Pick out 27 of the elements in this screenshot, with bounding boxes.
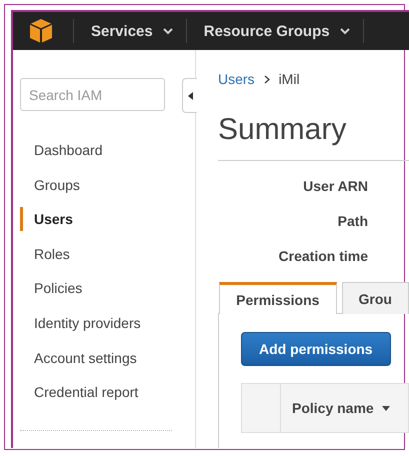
caret-icon bbox=[340, 28, 350, 34]
chevron-icon bbox=[264, 74, 270, 84]
tab[interactable]: Permissions bbox=[219, 282, 337, 314]
page-title: Summary bbox=[218, 112, 348, 148]
caret-icon bbox=[188, 92, 192, 100]
sidebar-item[interactable]: Credential report bbox=[20, 375, 138, 410]
tab[interactable]: Grou bbox=[342, 282, 409, 314]
cube-logo-icon[interactable] bbox=[29, 18, 53, 44]
sidebar-item[interactable]: Identity providers bbox=[20, 306, 141, 341]
sidebar-item[interactable]: Policies bbox=[20, 271, 82, 306]
caret-icon bbox=[162, 28, 173, 34]
sort-caret-icon[interactable] bbox=[382, 406, 390, 410]
navbar-menu-button[interactable]: Resource Groups bbox=[186, 12, 363, 50]
field-label: Creation time bbox=[278, 247, 368, 266]
sidebar-item[interactable]: Users bbox=[20, 207, 73, 232]
breadcrumb-link[interactable]: Users bbox=[218, 71, 255, 87]
field-label: Path bbox=[338, 212, 368, 231]
sidebar-item[interactable]: Account settings bbox=[20, 340, 137, 376]
sidebar-item[interactable]: Groups bbox=[20, 168, 80, 202]
navbar-menu-button[interactable]: Services bbox=[74, 12, 186, 50]
sidebar-item[interactable]: Roles bbox=[20, 236, 70, 272]
breadcrumb-current: iMil bbox=[278, 71, 300, 87]
sidebar-item[interactable]: Dashboard bbox=[20, 133, 102, 168]
add-permissions-button[interactable]: Add permissions bbox=[241, 332, 391, 366]
search-field[interactable]: Search IAM bbox=[20, 78, 165, 111]
field-label: User ARN bbox=[303, 177, 368, 196]
collapse-sidebar-button[interactable] bbox=[182, 78, 197, 113]
